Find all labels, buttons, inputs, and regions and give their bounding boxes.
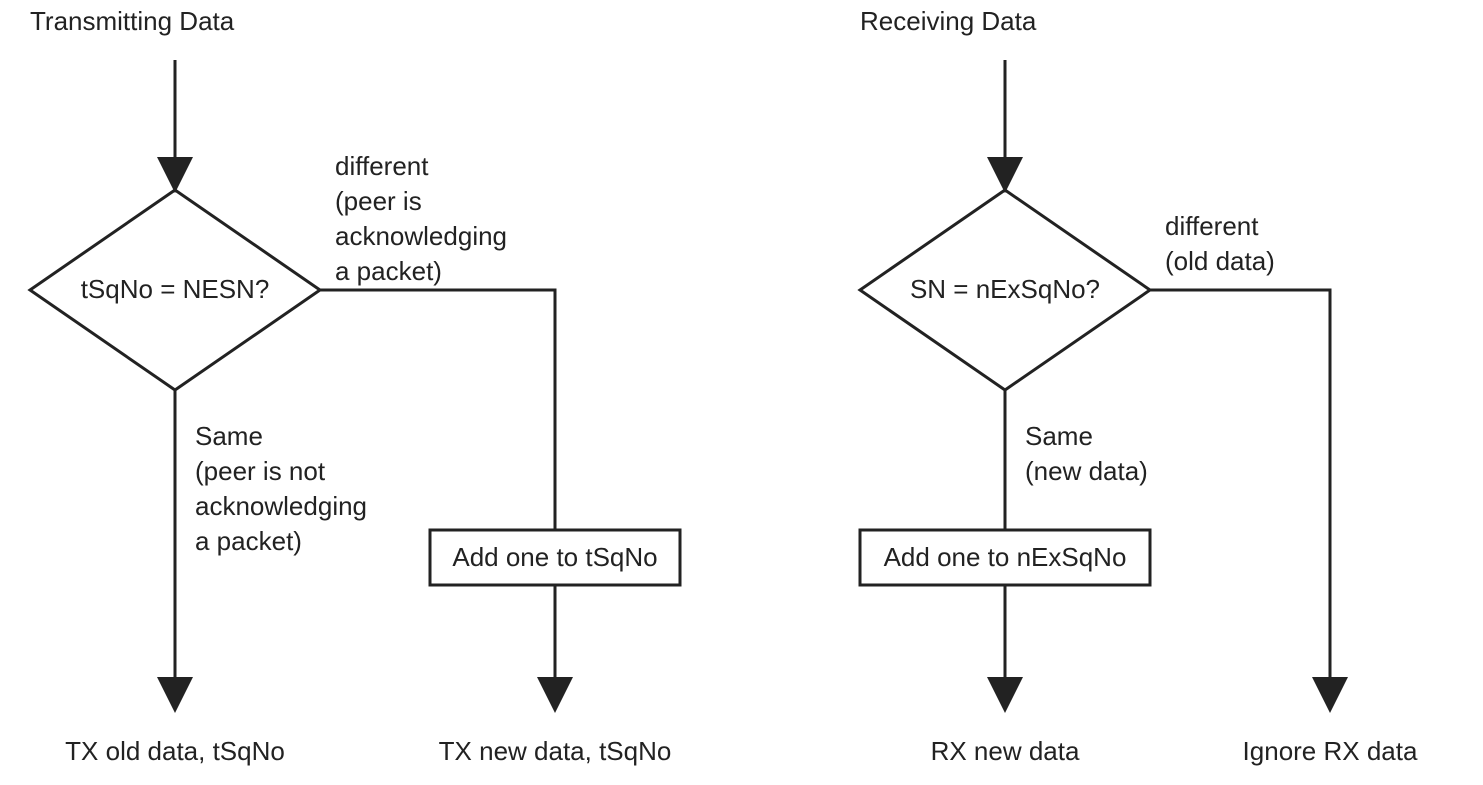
path-right-right [1150, 290, 1330, 695]
svg-text:Same: Same [195, 421, 263, 451]
branch-down-label-right: Same (new data) [1025, 421, 1148, 486]
process-add-tsqno-label: Add one to tSqNo [452, 542, 657, 572]
svg-text:a packet): a packet) [195, 526, 302, 556]
receiving-flowchart: Receiving Data SN = nExSqNo? different (… [860, 6, 1418, 766]
terminal-tx-new: TX new data, tSqNo [439, 736, 672, 766]
svg-text:a packet): a packet) [335, 256, 442, 286]
branch-down-label-left: Same (peer is not acknowledging a packet… [195, 421, 367, 556]
svg-text:different: different [335, 151, 429, 181]
svg-text:(old data): (old data) [1165, 246, 1275, 276]
svg-text:Same: Same [1025, 421, 1093, 451]
branch-right-label-left: different (peer is acknowledging a packe… [335, 151, 507, 286]
decision-tsqno-label: tSqNo = NESN? [81, 274, 270, 304]
transmitting-flowchart: Transmitting Data tSqNo = NESN? differen… [30, 6, 680, 766]
decision-sn-label: SN = nExSqNo? [910, 274, 1100, 304]
svg-text:(peer is: (peer is [335, 186, 422, 216]
svg-text:acknowledging: acknowledging [195, 491, 367, 521]
svg-text:acknowledging: acknowledging [335, 221, 507, 251]
svg-text:(new data): (new data) [1025, 456, 1148, 486]
receiving-title: Receiving Data [860, 6, 1037, 36]
terminal-ignore-rx: Ignore RX data [1243, 736, 1418, 766]
process-add-nexsqno-label: Add one to nExSqNo [884, 542, 1127, 572]
flowchart-diagram: Transmitting Data tSqNo = NESN? differen… [0, 0, 1483, 785]
svg-text:different: different [1165, 211, 1259, 241]
svg-text:(peer is not: (peer is not [195, 456, 326, 486]
terminal-tx-old: TX old data, tSqNo [65, 736, 285, 766]
terminal-rx-new: RX new data [931, 736, 1080, 766]
transmitting-title: Transmitting Data [30, 6, 235, 36]
branch-right-label-right: different (old data) [1165, 211, 1275, 276]
